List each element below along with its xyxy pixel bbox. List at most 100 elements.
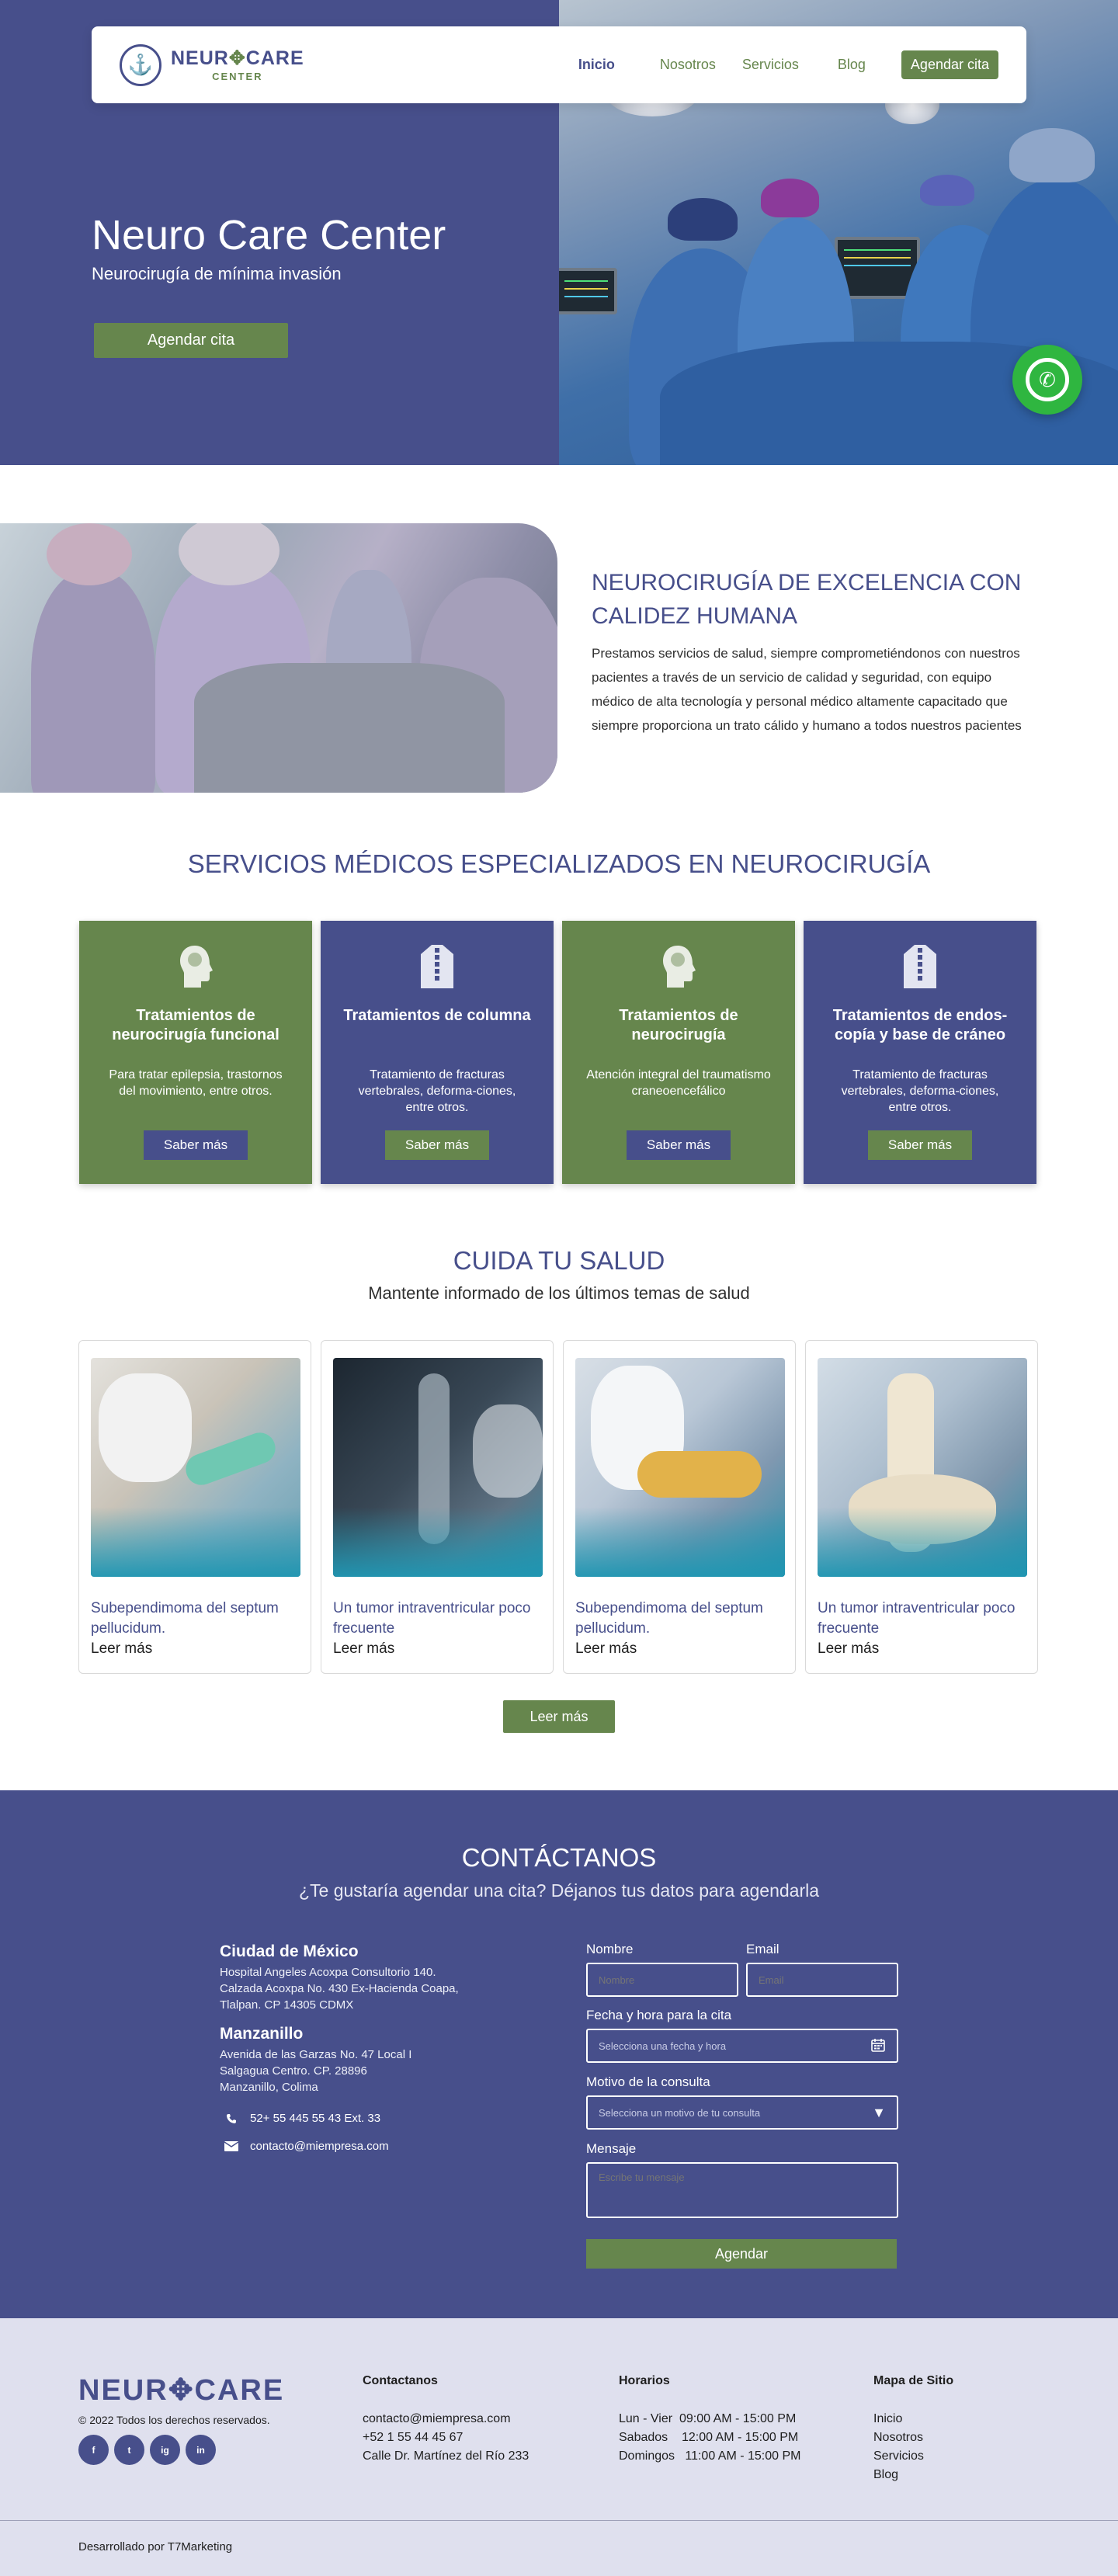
nav-item-nosotros[interactable]: Nosotros [660,57,716,73]
message-label: Mensaje [586,2141,637,2156]
saber-mas-button[interactable]: Saber más [143,1130,248,1160]
footer-link-servicios[interactable]: Servicios [873,2447,953,2466]
service-card-text: Para tratar epilepsia, trastornos del mo… [109,1068,283,1098]
address-line: Calzada Acoxpa No. 430 Ex-Hacienda Coapa… [220,1982,459,1995]
service-card-title: Tratamientos de endos-copía y base de cr… [832,1007,1008,1043]
service-card-text: Atención integral del traumatismo craneo… [586,1068,771,1098]
post-image [818,1358,1027,1577]
twitter-icon[interactable]: t [114,2435,144,2465]
footer-credit: Desarrollado por T7Marketing [78,2540,233,2553]
address-line: Manzanillo, Colima [220,2081,318,2094]
brand-logo[interactable]: ⚓ NEUR✥CARE CENTER [120,43,304,86]
service-card-text: Tratamiento de fracturas vertebrales, de… [841,1068,999,1114]
calendar-icon[interactable] [870,2037,886,2055]
contact-section: CONTÁCTANOS ¿Te gustaría agendar una cit… [0,1790,1118,2318]
footer-contact-heading: Contactanos [363,2374,438,2387]
reason-select[interactable]: Selecciona un motivo de tu consulta ▼ [586,2095,898,2130]
post-title: Un tumor intraventricular poco frecuente [818,1600,1016,1637]
name-field[interactable] [586,1963,738,1997]
intro-paragraph: Prestamos servicios de salud, siempre co… [592,646,1022,733]
footer-contact-phone[interactable]: +52 1 55 44 45 67 [363,2428,529,2447]
footer-hours-line: Sabados 12:00 AM - 15:00 PM [619,2431,799,2444]
intro-section: NEUROCIRUGÍA DE EXCELENCIA CON CALIDEZ H… [0,465,1118,793]
anchor-icon: ⚓ [120,43,161,86]
reason-label: Motivo de la consulta [586,2074,710,2089]
service-card: Tratamientos de neurocirugía funcional P… [79,921,312,1184]
blog-post-card[interactable]: Un tumor intraventricular poco frecuente… [805,1340,1038,1674]
footer-sitemap-heading: Mapa de Sitio [873,2374,954,2387]
footer-contact-email[interactable]: contacto@miempresa.com [363,2410,529,2428]
service-card-title: Tratamientos de columna [343,1007,531,1024]
message-field[interactable] [586,2162,898,2218]
location-manzanillo: Manzanillo Avenida de las Garzas No. 47 … [220,2025,546,2095]
nav-item-inicio[interactable]: Inicio [578,57,615,73]
service-card-text: Tratamiento de fracturas vertebrales, de… [358,1068,516,1114]
services-cards: Tratamientos de neurocirugía funcional P… [79,921,1037,1184]
blog-post-card[interactable]: Subependimoma del septum pellucidum. Lee… [563,1340,796,1674]
saber-mas-button[interactable]: Saber más [384,1130,490,1160]
blog-subtitle: Mantente informado de los últimos temas … [368,1283,750,1303]
address-line: Hospital Angeles Acoxpa Consultorio 140. [220,1966,436,1979]
service-card: Tratamientos de columna Tratamiento de f… [321,921,554,1184]
whatsapp-button[interactable]: ✆ [1012,345,1082,415]
hero-subtitle: Neurocirugía de mínima invasión [92,264,342,283]
saber-mas-button[interactable]: Saber más [867,1130,973,1160]
post-title: Subependimoma del septum pellucidum. [575,1600,763,1637]
head-icon [175,943,217,991]
footer-hours-heading: Horarios [619,2374,670,2387]
post-image [575,1358,785,1577]
contact-phone: 52+ 55 445 55 43 Ext. 33 [224,2112,380,2125]
agendar-submit-button[interactable]: Agendar [586,2239,897,2269]
blog-post-card[interactable]: Subependimoma del septum pellucidum. Lee… [78,1340,311,1674]
footer-hours-line: Lun - Vier 09:00 AM - 15:00 PM [619,2412,797,2425]
footer-link-blog[interactable]: Blog [873,2466,953,2484]
linkedin-icon[interactable]: in [186,2435,216,2465]
address-line: Salgagua Centro. CP. 28896 [220,2064,367,2078]
nav-item-blog[interactable]: Blog [838,57,866,73]
blog-title: CUIDA TU SALUD [453,1246,665,1275]
contact-email-text: contacto@miempresa.com [250,2140,389,2153]
spine-body-icon [899,943,941,991]
intro-title: NEUROCIRUGÍA DE EXCELENCIA CON CALIDEZ H… [592,570,1022,629]
footer-divider [0,2520,1118,2521]
address-line: Avenida de las Garzas No. 47 Local I [220,2048,412,2061]
footer-link-nosotros[interactable]: Nosotros [873,2428,953,2447]
hero-section: ⚓ NEUR✥CARE CENTER Inicio Nosotros Servi… [0,0,1118,465]
post-title: Subependimoma del septum pellucidum. [91,1600,279,1637]
leer-mas-link[interactable]: Leer más [333,1640,394,1657]
leer-mas-link[interactable]: Leer más [818,1640,879,1657]
leer-mas-link[interactable]: Leer más [575,1640,637,1657]
footer-contact-address: Calle Dr. Martínez del Río 233 [363,2449,529,2463]
footer-link-inicio[interactable]: Inicio [873,2410,953,2428]
instagram-icon[interactable]: ig [150,2435,180,2465]
phone-icon: ✆ [1026,358,1069,401]
date-label: Fecha y hora para la cita [586,2008,732,2022]
facebook-icon[interactable]: f [78,2435,109,2465]
leer-mas-link[interactable]: Leer más [91,1640,152,1657]
nav-agendar-cita-button[interactable]: Agendar cita [901,50,998,79]
date-time-field[interactable]: Selecciona una fecha y hora [586,2029,898,2063]
post-image [333,1358,543,1577]
blog-post-card[interactable]: Un tumor intraventricular poco frecuente… [321,1340,554,1674]
top-navbar: ⚓ NEUR✥CARE CENTER Inicio Nosotros Servi… [92,26,1026,103]
surgeons-image [0,523,557,793]
footer-sitemap-column: Mapa de Sitio Inicio Nosotros Servicios … [873,2374,953,2484]
chevron-down-icon: ▼ [872,2104,886,2120]
footer-logo[interactable]: NEUR✥CARE [78,2373,284,2408]
hero-agendar-cita-button[interactable]: Agendar cita [94,323,288,358]
service-card-title: Tratamientos de neurocirugía funcional [112,1007,280,1043]
email-label: Email [746,1942,779,1956]
date-placeholder: Selecciona una fecha y hora [599,2040,727,2052]
email-field[interactable] [746,1963,898,1997]
saber-mas-button[interactable]: Saber más [626,1130,731,1160]
contact-phone-text: 52+ 55 445 55 43 Ext. 33 [250,2112,381,2125]
service-card: Tratamientos de endos-copía y base de cr… [804,921,1036,1184]
location-city: Ciudad de México [220,1942,359,1960]
spine-body-icon [416,943,458,991]
nav-item-servicios[interactable]: Servicios [742,57,799,73]
footer-copyright: © 2022 Todos los derechos reservados. [78,2414,270,2426]
post-image [91,1358,300,1577]
logo-subtitle: CENTER [212,70,263,82]
blog-leer-mas-button[interactable]: Leer más [503,1700,615,1733]
address-line: Tlalpan. CP 14305 CDMX [220,1998,354,2012]
